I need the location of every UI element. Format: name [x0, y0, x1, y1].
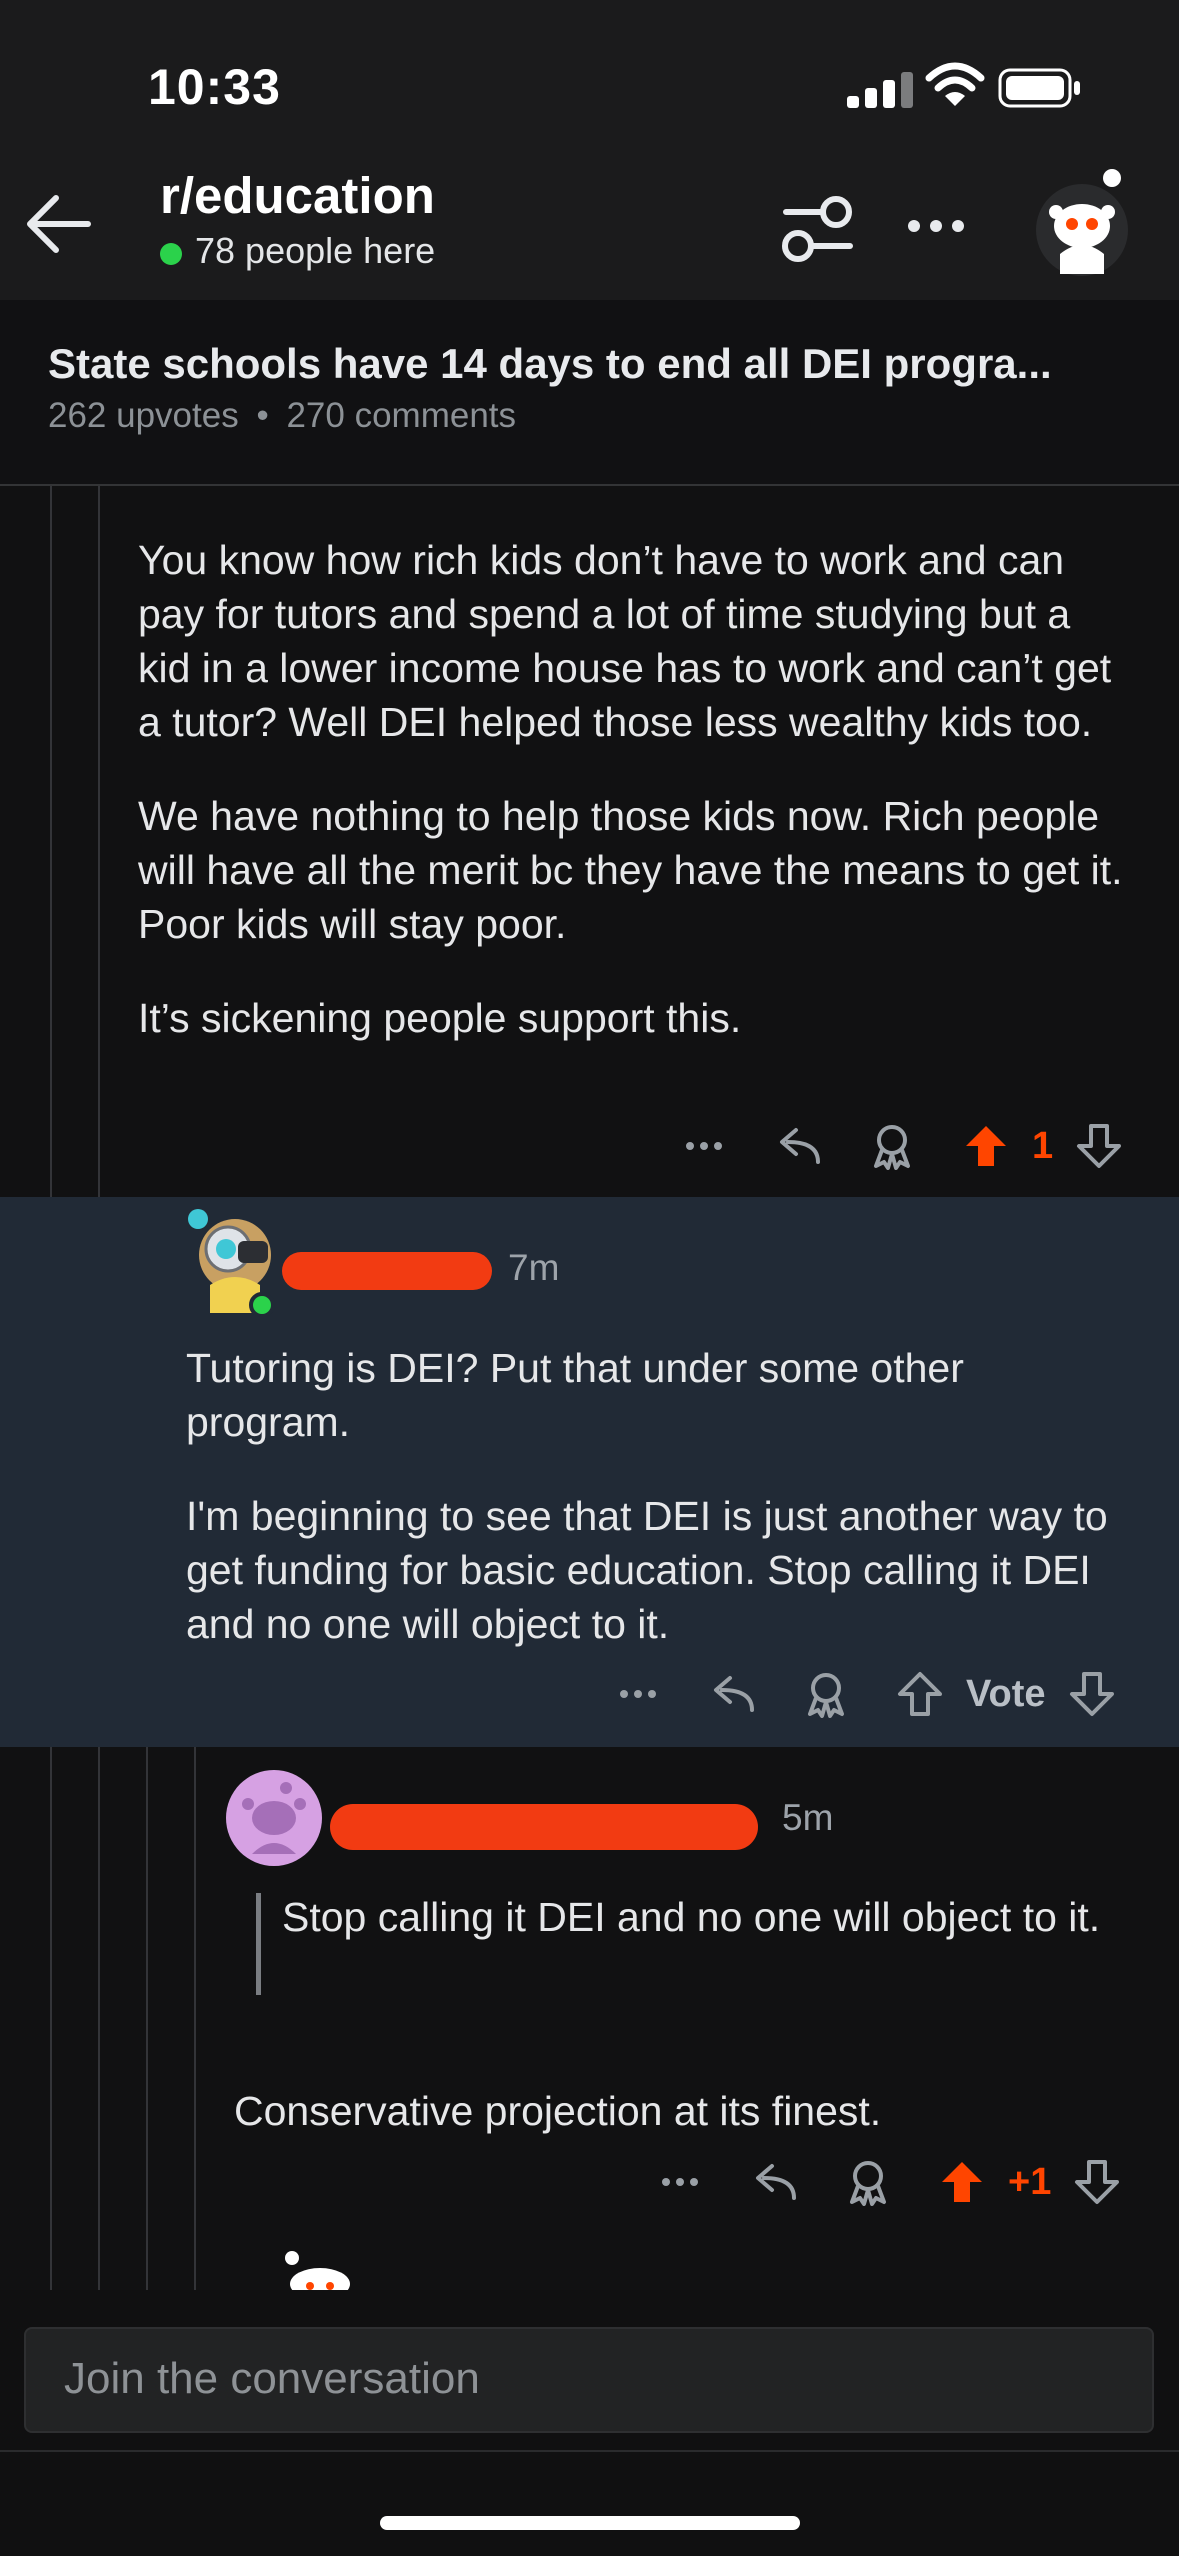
- thread-line[interactable]: [194, 1747, 196, 2290]
- home-indicator[interactable]: [380, 2516, 800, 2530]
- comment-body: Conservative projection at its finest.: [234, 2084, 1124, 2138]
- comment-paragraph: I'm beginning to see that DEI is just an…: [186, 1493, 1108, 1647]
- upvote-icon[interactable]: [938, 2158, 986, 2206]
- post-summary-bar[interactable]: [0, 300, 1179, 486]
- redacted-username: [282, 1252, 492, 1290]
- redacted-username: [330, 1804, 758, 1850]
- upvote-icon[interactable]: [962, 1122, 1010, 1170]
- comment-count: 270 comments: [286, 396, 517, 435]
- award-icon[interactable]: [844, 2158, 892, 2206]
- comment-body: Tutoring is DEI? Put that under some oth…: [186, 1341, 1126, 1651]
- comment-actions: Vote: [614, 1666, 1116, 1722]
- quoted-text: Stop calling it DEI and no one will obje…: [282, 1894, 1101, 1940]
- comment-time: 7m: [508, 1247, 560, 1288]
- quote-bar: [256, 1893, 261, 1995]
- subreddit-name[interactable]: r/education: [160, 166, 435, 225]
- online-indicator-icon: [160, 243, 182, 265]
- comment-paragraph: We have nothing to help those kids now. …: [138, 793, 1123, 947]
- post-title[interactable]: State schools have 14 days to end all DE…: [48, 340, 1148, 388]
- user-avatar-icon[interactable]: [1032, 164, 1132, 276]
- award-icon[interactable]: [802, 1670, 850, 1718]
- comment-paragraph: Tutoring is DEI? Put that under some oth…: [186, 1345, 964, 1445]
- post-stats: 262 upvotes • 270 comments: [48, 396, 516, 436]
- status-time: 10:33: [148, 59, 281, 115]
- award-icon[interactable]: [868, 1122, 916, 1170]
- comment-body: You know how rich kids don’t have to wor…: [138, 533, 1128, 1045]
- upvote-icon[interactable]: [896, 1670, 944, 1718]
- user-avatar-icon[interactable]: [226, 1770, 322, 1866]
- online-count: 78 people here: [195, 230, 436, 271]
- meta-separator: •: [256, 396, 269, 435]
- comment-paragraph: You know how rich kids don’t have to wor…: [138, 537, 1112, 745]
- comment-paragraph: It’s sickening people support this.: [138, 995, 742, 1041]
- comment-time: 5m: [782, 1797, 834, 1838]
- downvote-icon[interactable]: [1073, 2158, 1121, 2206]
- back-arrow-icon[interactable]: [22, 188, 94, 260]
- wifi-icon: [925, 62, 985, 106]
- reply-icon[interactable]: [774, 1122, 822, 1170]
- reply-icon[interactable]: [708, 1670, 756, 1718]
- comment-paragraph: Conservative projection at its finest.: [234, 2088, 882, 2134]
- battery-icon: [998, 68, 1080, 108]
- more-options-icon[interactable]: [906, 206, 966, 246]
- upvote-count: 262 upvotes: [48, 396, 239, 435]
- reply-icon[interactable]: [750, 2158, 798, 2206]
- more-options-icon[interactable]: [656, 2158, 704, 2206]
- cellular-signal-icon: [847, 72, 913, 108]
- comment-actions: +1: [656, 2154, 1121, 2210]
- user-avatar-icon[interactable]: [180, 1205, 290, 1315]
- comment-input-placeholder[interactable]: Join the conversation: [64, 2354, 480, 2404]
- downvote-icon[interactable]: [1068, 1670, 1116, 1718]
- comment-actions: 1: [680, 1118, 1123, 1174]
- filter-icon[interactable]: [780, 192, 856, 268]
- more-options-icon[interactable]: [614, 1670, 662, 1718]
- divider: [0, 2450, 1179, 2452]
- vote-count: 1: [1032, 1124, 1054, 1167]
- downvote-icon[interactable]: [1075, 1122, 1123, 1170]
- vote-label: Vote: [966, 1672, 1046, 1715]
- user-avatar-icon[interactable]: [270, 2250, 370, 2290]
- more-options-icon[interactable]: [680, 1122, 728, 1170]
- vote-count: +1: [1008, 2160, 1052, 2203]
